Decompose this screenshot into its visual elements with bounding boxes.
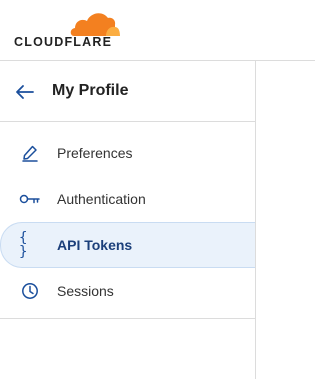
profile-sidebar: My Profile Preferences Authentication {… — [0, 61, 256, 379]
cloudflare-logo[interactable]: CLOUDFLARE — [14, 8, 124, 52]
sidebar-item-label: Sessions — [57, 283, 114, 299]
sidebar-item-label: API Tokens — [57, 237, 133, 253]
page-title: My Profile — [52, 82, 129, 99]
sidebar-item-api-tokens[interactable]: { } API Tokens — [0, 222, 255, 268]
cloud-icon — [70, 13, 120, 36]
sidebar-item-authentication[interactable]: Authentication — [0, 176, 255, 222]
pencil-icon — [19, 142, 41, 164]
braces-icon: { } — [19, 230, 41, 260]
braces-glyph: { } — [19, 230, 31, 260]
key-icon — [19, 188, 41, 210]
back-button[interactable] — [14, 81, 36, 103]
brand-wordmark: CLOUDFLARE — [14, 35, 113, 49]
sidebar-header: My Profile — [0, 61, 255, 122]
sidebar-item-label: Authentication — [57, 191, 146, 207]
sidebar-nav: Preferences Authentication { } API Token… — [0, 122, 255, 319]
arrow-left-icon — [16, 85, 34, 99]
sidebar-item-label: Preferences — [57, 145, 133, 161]
sidebar-item-preferences[interactable]: Preferences — [0, 130, 255, 176]
sidebar-item-sessions[interactable]: Sessions — [0, 268, 255, 314]
top-bar: CLOUDFLARE — [0, 0, 315, 61]
clock-icon — [19, 280, 41, 302]
